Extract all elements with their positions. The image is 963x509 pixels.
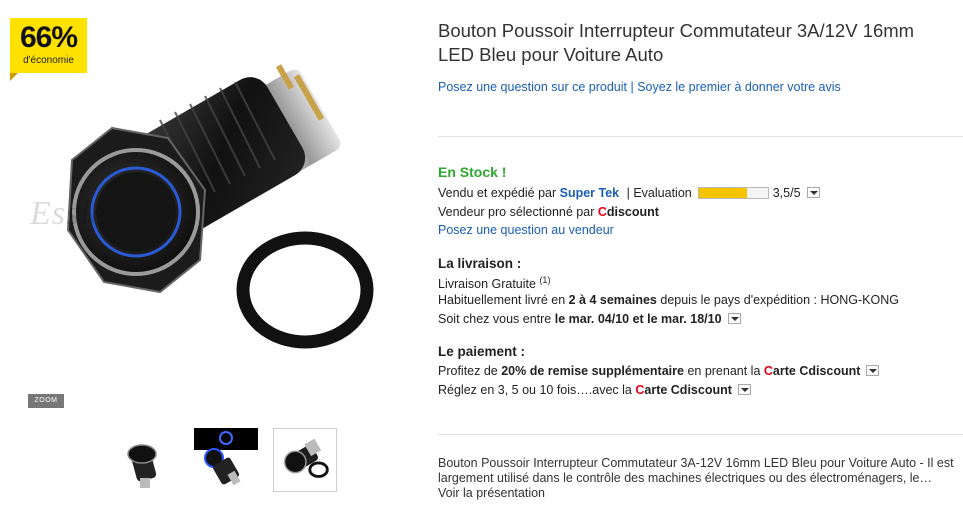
payment-discount-row: Profitez de 20% de remise supplémentaire… [438,364,880,378]
links-separator: | [627,80,638,94]
free-delivery-text: Livraison Gratuite [438,277,540,292]
payment-heading: Le paiement : [438,344,526,359]
ask-question-link[interactable]: Posez une question sur ce produit [438,80,627,94]
delivery-heading: La livraison : [438,256,522,271]
divider-top [438,136,963,137]
thumbnail-switch-icon [127,444,157,488]
delivery-date-row: Soit chez vous entre le mar. 04/10 et le… [438,312,741,326]
rating-bar [697,187,769,199]
free-delivery-note: (1) [539,275,551,285]
card-brand-rest: arte Cdiscount [772,364,861,378]
pro-seller-row: Vendeur pro sélectionné par Cdiscount [438,205,659,219]
product-description: Bouton Poussoir Interrupteur Commutateur… [438,456,963,501]
usually-origin: depuis le pays d'expédition : HONG-KONG [656,293,899,307]
brand-rest: discount [606,205,659,219]
sold-by-prefix: Vendu et expédié par [438,186,560,200]
discount-badge: 66% d'économie [10,18,87,73]
payment-discount-dropdown[interactable] [866,365,880,376]
pro-seller-prefix: Vendeur pro sélectionné par [438,205,598,219]
evaluation-label: | Evaluation [626,186,692,200]
card-brand-c: C [763,364,773,378]
product-title-line1: Bouton Poussoir Interrupteur Commutateur… [438,20,915,41]
thumbnail-3-selected[interactable] [273,428,337,492]
payment-installments-dropdown[interactable] [737,384,751,395]
card-brand-rest-2: arte Cdiscount [644,383,732,397]
payment-line1-prefix: Profitez de [438,364,502,378]
usually-prefix: Habituellement livré en [438,293,569,307]
usually-delivered-row: Habituellement livré en 2 à 4 semaines d… [438,293,899,307]
free-delivery-row: Livraison Gratuite (1) [438,275,550,291]
ask-seller-link[interactable]: Posez une question au vendeur [438,223,614,237]
image-watermark: Essle [30,195,107,232]
discount-percent: 66% [19,21,78,54]
rating-fill [698,188,748,198]
rating-dropdown-toggle[interactable] [806,187,820,198]
zoom-button[interactable]: ZOOM [28,394,64,408]
thumbnail-switch-ring-icon [283,438,329,478]
sold-by-row: Vendu et expédié par Super Tek | Evaluat… [438,186,820,200]
delivery-date-prefix: Soit chez vous entre [438,312,555,326]
thumbnail-2[interactable] [194,428,258,492]
description-line1: Bouton Poussoir Interrupteur Commutateur… [438,456,954,470]
payment-discount-amount: 20% de remise supplémentaire [501,364,684,378]
see-presentation-link[interactable]: Voir la présentation [438,486,963,501]
seller-name-link[interactable]: Super Tek [560,186,620,200]
delivery-date-range: le mar. 04/10 et le mar. 18/10 [554,312,722,326]
product-title: Bouton Poussoir Interrupteur Commutateur… [438,19,963,67]
first-review-link[interactable]: Soyez le premier à donner votre avis [637,80,841,94]
brand-c: C [597,205,607,219]
discount-label: d'économie [23,55,74,66]
description-line2: largement utilisé dans le contrôle des m… [438,471,933,485]
payment-installments-row: Réglez en 3, 5 ou 10 fois….avec la Carte… [438,383,751,397]
thumbnail-1[interactable] [108,428,172,492]
stock-status: En Stock ! [438,164,507,180]
delivery-dropdown-toggle[interactable] [727,313,741,324]
rubber-o-ring [236,231,374,349]
divider-bottom [438,434,963,435]
product-links: Posez une question sur ce produit | Soye… [438,80,841,94]
payment-line2-prefix: Réglez en 3, 5 ou 10 fois….avec la [438,383,636,397]
rating-value: 3,5/5 [772,186,801,200]
usually-duration: 2 à 4 semaines [568,293,657,307]
thumbnail-led-lit-icon [194,428,258,486]
payment-line1-mid: en prenant la [683,364,764,378]
badge-corner-fold [10,73,18,81]
product-title-line2: LED Bleu pour Voiture Auto [438,44,664,65]
